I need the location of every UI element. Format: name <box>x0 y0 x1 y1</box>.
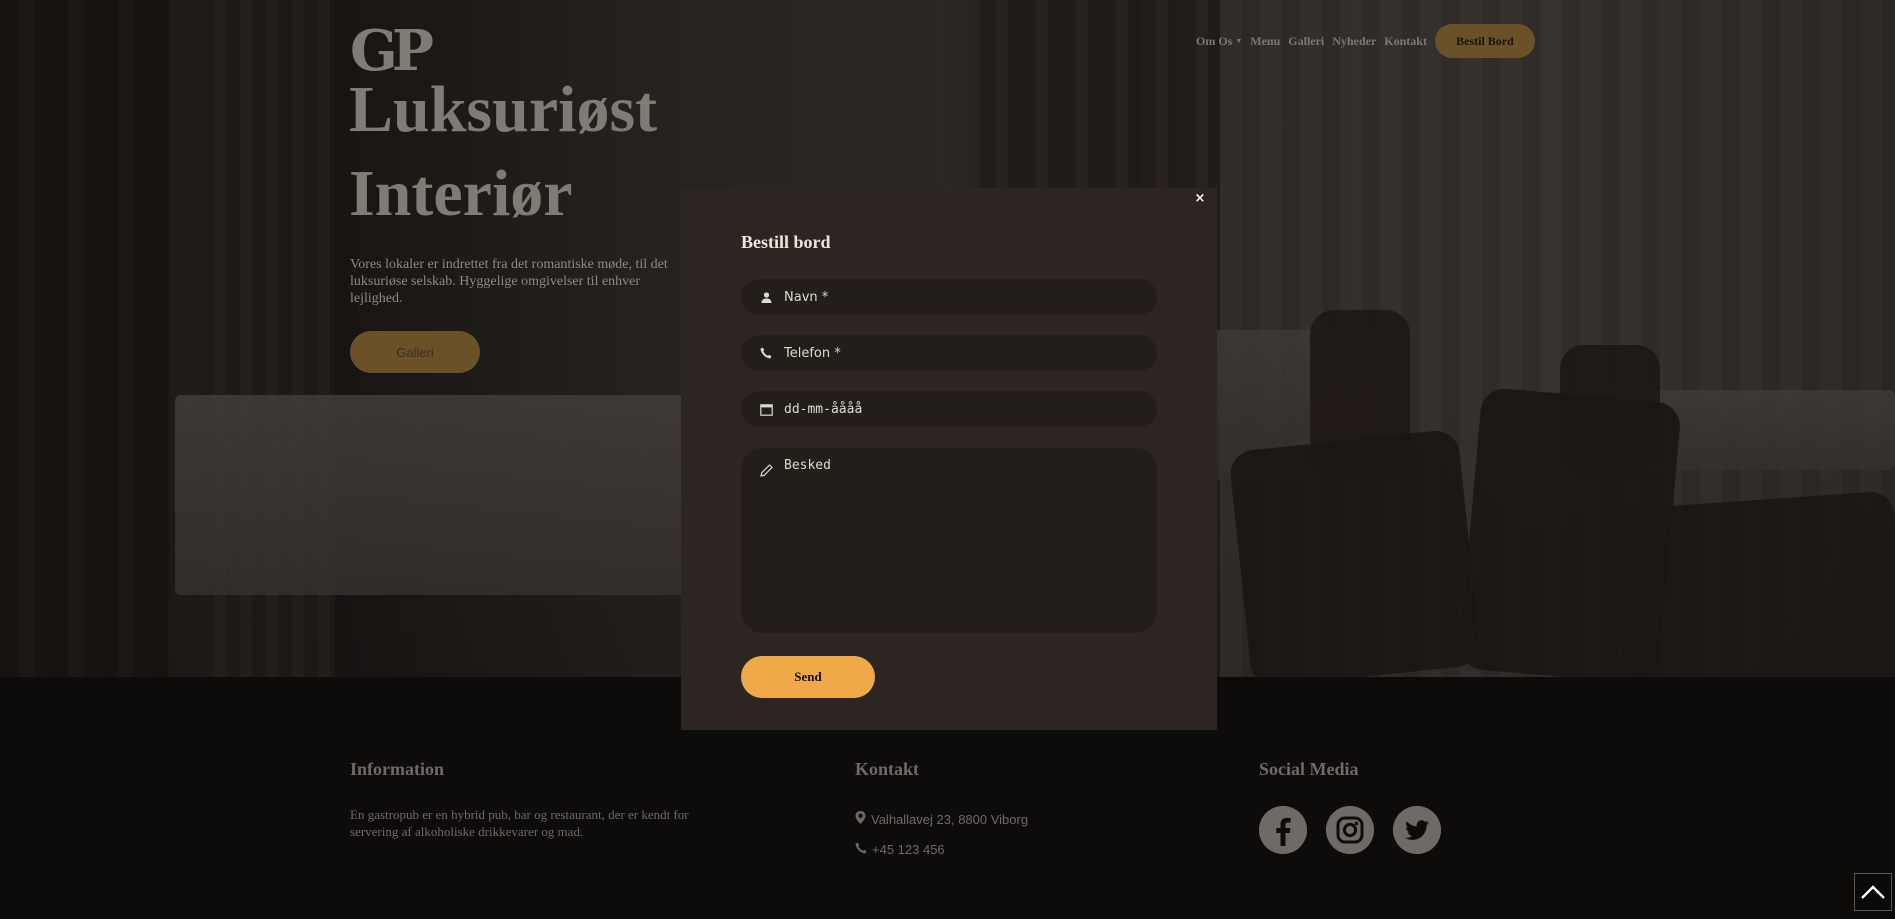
pencil-icon <box>759 463 773 477</box>
footer-information-text: En gastropub er en hybrid pub, bar og re… <box>350 807 689 839</box>
message-field-placeholder: Besked <box>784 458 831 473</box>
footer-address-text: Valhallavej 23, 8800 Viborg <box>871 811 1029 827</box>
facebook-icon[interactable] <box>1259 806 1307 854</box>
caret-down-icon: ▼ <box>1235 37 1243 45</box>
twitter-icon[interactable] <box>1393 806 1441 854</box>
nav-item-label: Nyheder <box>1332 33 1377 48</box>
phone-field-placeholder: Telefon * <box>784 345 841 361</box>
nav-item-galleri[interactable]: Galleri <box>1288 34 1324 49</box>
hero-description: Vores lokaler er indrettet fra det roman… <box>350 257 668 306</box>
scroll-to-top-button[interactable] <box>1854 873 1892 911</box>
send-button[interactable]: Send <box>741 656 875 698</box>
footer-information: Information En gastropub er en hybrid pu… <box>350 759 750 840</box>
nav-item-nyheder[interactable]: Nyheder <box>1332 34 1376 49</box>
social-links <box>1259 806 1441 854</box>
name-field[interactable]: Navn * <box>741 279 1157 315</box>
calendar-icon <box>759 402 773 416</box>
user-icon <box>759 290 773 304</box>
date-field[interactable]: dd-mm-åååå <box>741 391 1157 427</box>
nav-item-label: Kontakt <box>1384 33 1427 48</box>
footer-social: Social Media <box>1259 759 1479 854</box>
hero-title-line2: Interiør <box>349 157 573 230</box>
instagram-icon[interactable] <box>1326 806 1374 854</box>
gallery-button[interactable]: Galleri <box>350 331 480 373</box>
close-button[interactable]: × <box>1192 190 1208 206</box>
date-field-placeholder: dd-mm-åååå <box>784 401 863 417</box>
message-field[interactable]: Besked <box>741 448 1157 633</box>
nav-item-label: Menu <box>1250 33 1281 48</box>
book-table-button[interactable]: Bestil Bord <box>1434 24 1535 58</box>
nav-item-om-os[interactable]: Om Os ▼ <box>1196 34 1242 49</box>
footer-phone[interactable]: +45 123 456 <box>855 842 1155 857</box>
main-nav: Om Os ▼ Menu Galleri Nyheder Kontakt Bes… <box>1196 24 1535 58</box>
modal-title: Bestill bord <box>741 232 831 252</box>
footer-address: Valhallavej 23, 8800 Viborg <box>855 811 1155 827</box>
nav-item-menu[interactable]: Menu <box>1250 34 1280 49</box>
nav-item-label: Om Os <box>1196 33 1233 48</box>
phone-field[interactable]: Telefon * <box>741 335 1157 371</box>
phone-icon <box>855 842 867 857</box>
nav-item-kontakt[interactable]: Kontakt <box>1384 34 1427 49</box>
name-field-placeholder: Navn * <box>784 289 829 305</box>
footer-social-heading: Social Media <box>1259 759 1359 779</box>
nav-item-label: Galleri <box>1288 33 1325 48</box>
booking-modal: × Bestill bord Navn * Telefon * dd-mm-åå… <box>681 188 1217 730</box>
location-pin-icon <box>855 811 866 827</box>
phone-icon <box>759 346 773 360</box>
footer-kontakt-heading: Kontakt <box>855 759 920 779</box>
footer-kontakt: Kontakt Valhallavej 23, 8800 Viborg +45 … <box>855 759 1155 857</box>
footer-information-heading: Information <box>350 759 444 779</box>
hero-title-line1: Luksuriøst <box>349 73 658 146</box>
chevron-up-icon <box>1861 885 1885 899</box>
footer-phone-text: +45 123 456 <box>872 842 945 857</box>
